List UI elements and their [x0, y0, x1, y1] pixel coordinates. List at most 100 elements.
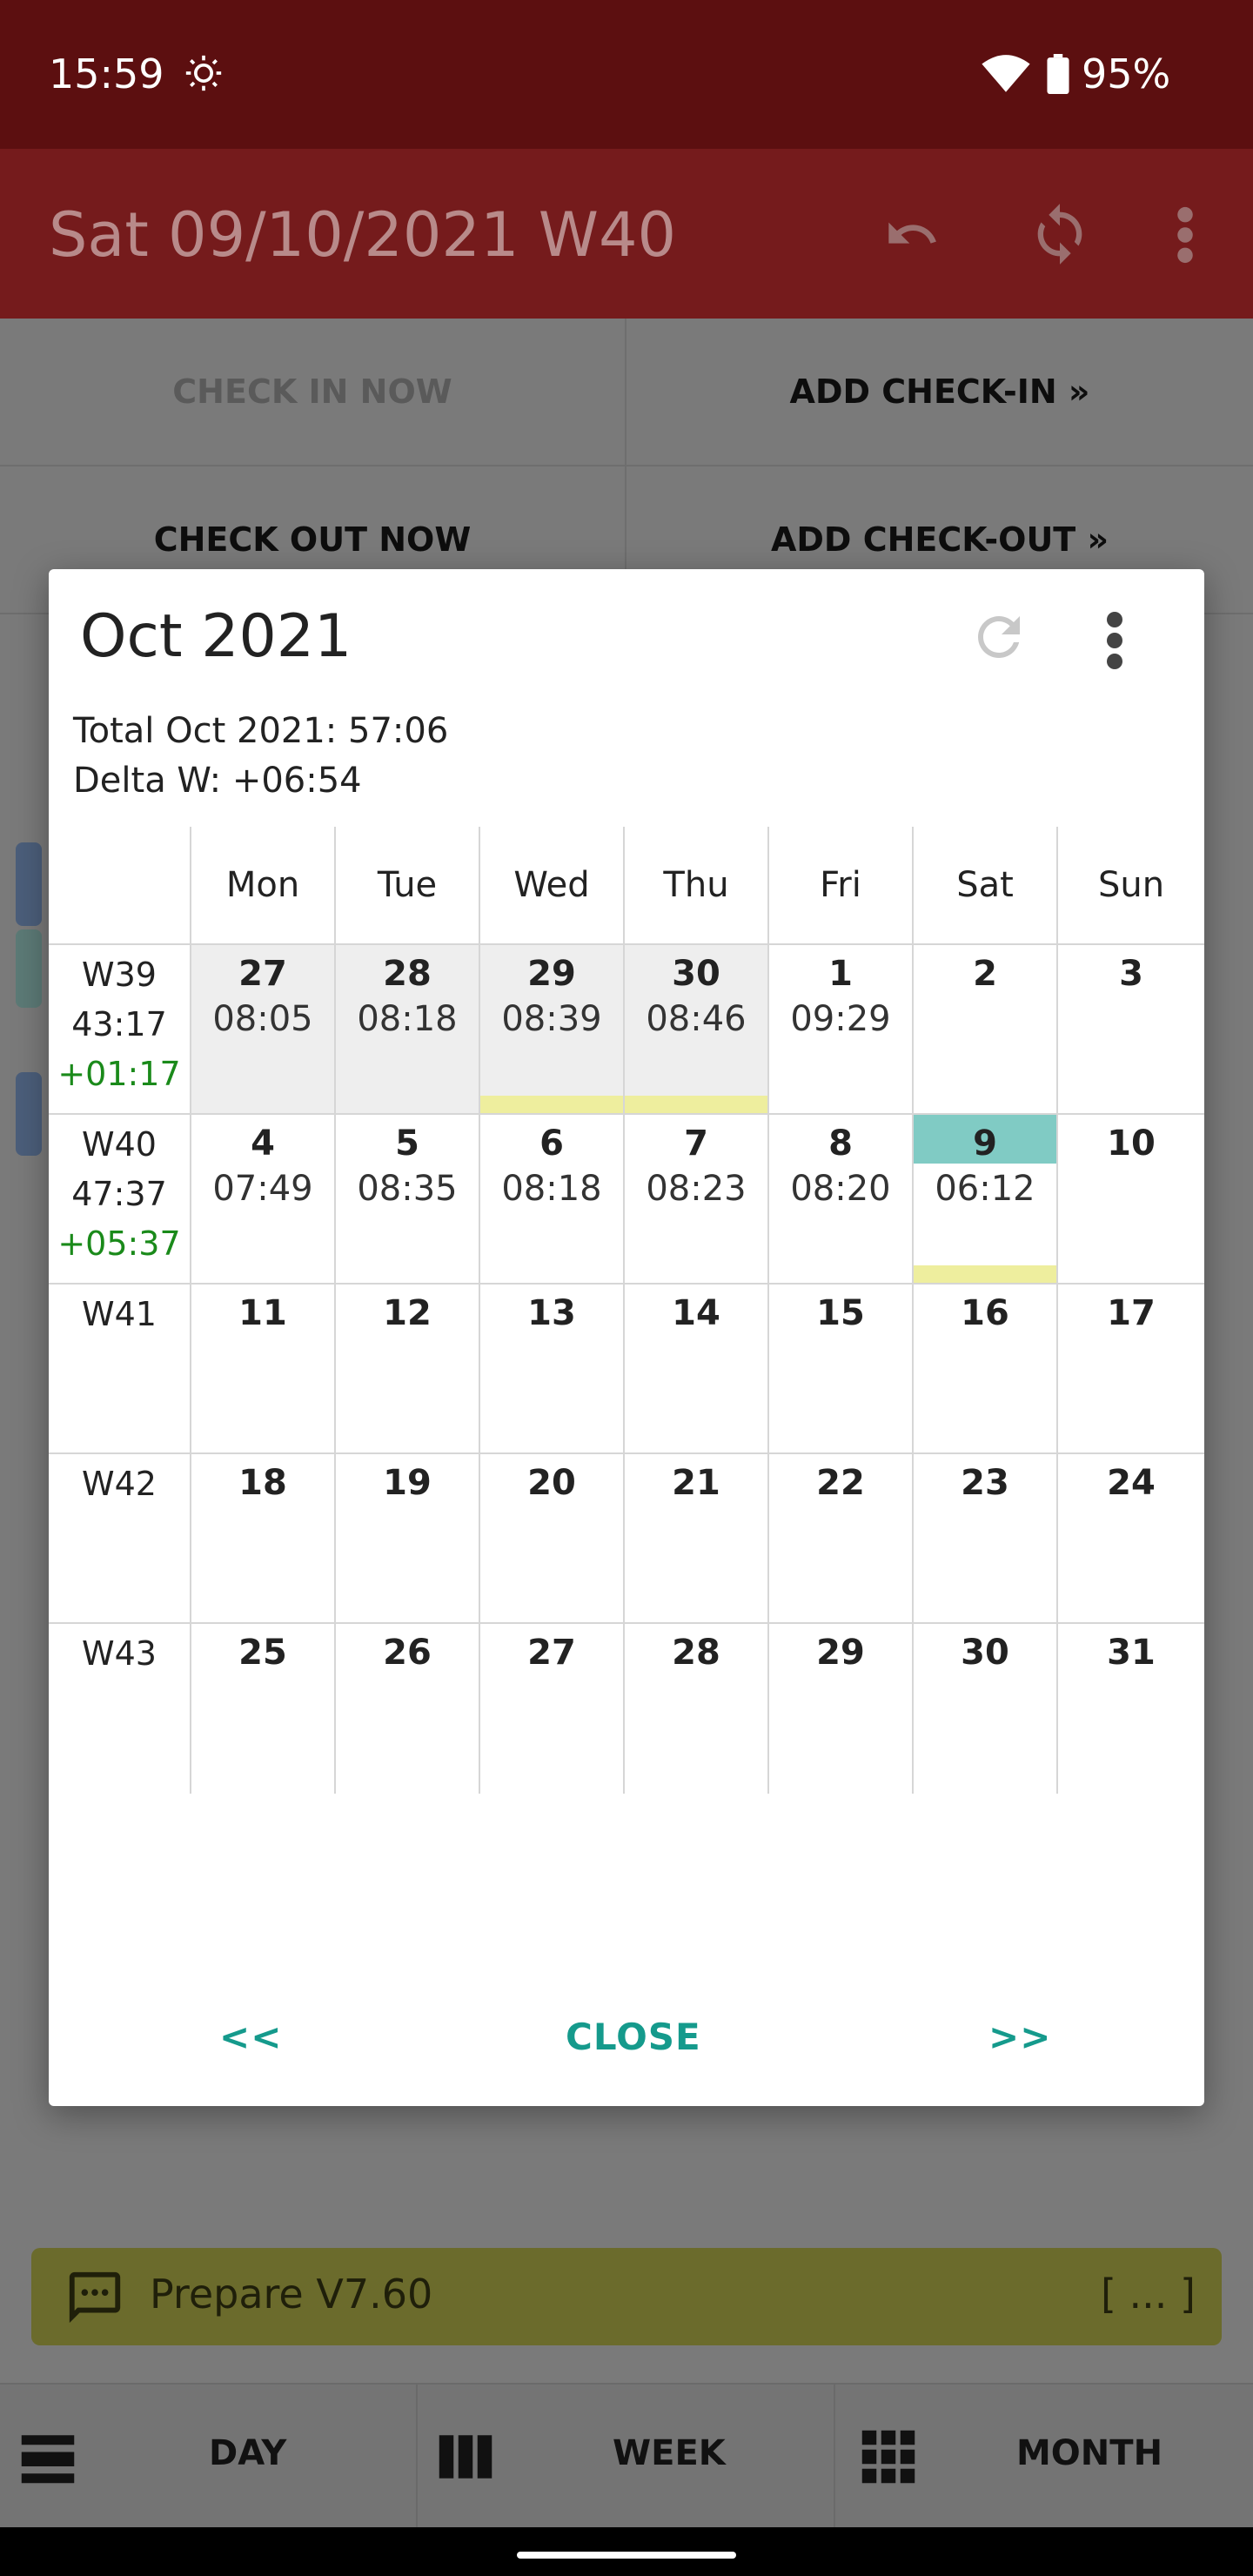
day-cell[interactable]: 28	[625, 1624, 769, 1794]
day-number: 7	[684, 1124, 708, 1164]
week-summary-cell[interactable]: W40 47:37 +05:37	[49, 1115, 191, 1285]
nav-month[interactable]: MONTH	[835, 2385, 1253, 2529]
day-cell[interactable]: 4 07:49	[191, 1115, 336, 1285]
day-cell[interactable]: 27 08:05	[191, 945, 336, 1115]
dialog-more-vert-icon[interactable]	[1102, 609, 1128, 672]
day-number: 4	[251, 1124, 275, 1164]
sync-icon[interactable]	[1027, 201, 1093, 267]
day-cell[interactable]: 6 08:18	[480, 1115, 625, 1285]
day-cell[interactable]: 30	[914, 1624, 1058, 1794]
week-summary-cell[interactable]: W43	[49, 1624, 191, 1794]
day-number: 1	[828, 954, 853, 994]
day-number: 5	[395, 1124, 419, 1164]
notification-banner[interactable]: Prepare V7.60 [ ... ]	[31, 2248, 1222, 2345]
home-gesture-pill[interactable]	[517, 2552, 736, 2559]
weekday-label: Mon	[225, 865, 300, 905]
status-bar: 15:59 95%	[0, 0, 1253, 149]
day-number: 13	[527, 1293, 576, 1333]
next-month-button[interactable]: >>	[988, 2016, 1051, 2058]
day-cell[interactable]: 21	[625, 1454, 769, 1624]
day-cell[interactable]: 5 08:35	[336, 1115, 480, 1285]
week-total: 47:37	[71, 1175, 167, 1213]
day-hours: 07:49	[212, 1169, 313, 1209]
day-number: 28	[383, 954, 432, 994]
week-week: W42	[82, 1465, 157, 1503]
day-cell-today[interactable]: 9 06:12	[914, 1115, 1058, 1285]
day-number: 21	[672, 1463, 720, 1503]
day-hours: 08:35	[357, 1169, 458, 1209]
battery-percent: 95%	[1082, 50, 1171, 97]
day-cell[interactable]: 12	[336, 1285, 480, 1454]
system-navigation-bar	[0, 2527, 1253, 2576]
week-delta: +05:37	[57, 1224, 181, 1263]
undo-icon[interactable]	[877, 206, 947, 262]
add-check-in-button[interactable]: ADD CHECK-IN »	[626, 319, 1253, 466]
day-view-icon	[21, 2435, 75, 2484]
day-hours: 08:05	[212, 999, 313, 1039]
day-cell[interactable]: 15	[769, 1285, 914, 1454]
day-number: 28	[672, 1633, 720, 1673]
day-cell[interactable]: 26	[336, 1624, 480, 1794]
weekday-label: Fri	[820, 865, 861, 905]
day-cell[interactable]: 29	[769, 1624, 914, 1794]
day-cell[interactable]: 11	[191, 1285, 336, 1454]
day-cell[interactable]: 16	[914, 1285, 1058, 1454]
week-row: W42 18 19 20 21 22 23 24	[49, 1454, 1204, 1624]
close-button[interactable]: CLOSE	[566, 2016, 701, 2058]
day-hours: 06:12	[935, 1169, 1035, 1209]
day-cell[interactable]: 20	[480, 1454, 625, 1624]
day-cell[interactable]: 7 08:23	[625, 1115, 769, 1285]
nav-week[interactable]: WEEK	[418, 2385, 835, 2529]
day-number: 9	[973, 1124, 997, 1164]
day-number: 26	[383, 1633, 432, 1673]
day-cell[interactable]: 8 08:20	[769, 1115, 914, 1285]
day-number: 23	[961, 1463, 1009, 1503]
refresh-icon[interactable]	[968, 606, 1030, 668]
day-marker-bar	[480, 1096, 623, 1113]
day-cell[interactable]: 18	[191, 1454, 336, 1624]
day-cell[interactable]: 3	[1058, 945, 1204, 1115]
day-cell[interactable]: 31	[1058, 1624, 1204, 1794]
week-row: W41 11 12 13 14 15 16 17	[49, 1285, 1204, 1454]
notification-more-link[interactable]: [ ... ]	[1101, 2271, 1196, 2318]
day-hours: 08:18	[501, 1169, 602, 1209]
weekday-header: Wed	[480, 827, 625, 945]
week-week: W41	[82, 1295, 157, 1333]
day-cell[interactable]: 2	[914, 945, 1058, 1115]
day-cell[interactable]: 23	[914, 1454, 1058, 1624]
day-cell[interactable]: 28 08:18	[336, 945, 480, 1115]
nav-month-label: MONTH	[1016, 2433, 1163, 2473]
day-number: 2	[973, 954, 997, 994]
previous-month-button[interactable]: <<	[219, 2016, 282, 2058]
week-week: W40	[82, 1125, 157, 1164]
day-cell[interactable]: 22	[769, 1454, 914, 1624]
nav-day[interactable]: DAY	[0, 2385, 418, 2529]
day-cell[interactable]: 17	[1058, 1285, 1204, 1454]
weekday-header: Fri	[769, 827, 914, 945]
day-cell[interactable]: 27	[480, 1624, 625, 1794]
day-number: 29	[816, 1633, 865, 1673]
day-cell[interactable]: 14	[625, 1285, 769, 1454]
day-cell[interactable]: 24	[1058, 1454, 1204, 1624]
day-cell[interactable]: 29 08:39	[480, 945, 625, 1115]
day-cell[interactable]: 10	[1058, 1115, 1204, 1285]
day-cell[interactable]: 25	[191, 1624, 336, 1794]
week-column-header	[49, 827, 191, 945]
day-number: 27	[238, 954, 287, 994]
week-row: W43 25 26 27 28 29 30 31	[49, 1624, 1204, 1794]
week-summary-cell[interactable]: W42	[49, 1454, 191, 1624]
check-in-now-button[interactable]: CHECK IN NOW	[0, 319, 626, 466]
day-number: 30	[672, 954, 720, 994]
week-summary-cell[interactable]: W41	[49, 1285, 191, 1454]
weekday-header-row: Mon Tue Wed Thu Fri Sat Sun	[49, 827, 1204, 945]
more-vert-icon[interactable]	[1175, 205, 1196, 265]
day-cell[interactable]: 13	[480, 1285, 625, 1454]
day-cell[interactable]: 30 08:46	[625, 945, 769, 1115]
app-bar: Sat 09/10/2021 W40	[0, 149, 1253, 319]
day-cell[interactable]: 19	[336, 1454, 480, 1624]
day-cell[interactable]: 1 09:29	[769, 945, 914, 1115]
day-number: 15	[816, 1293, 865, 1333]
week-summary-cell[interactable]: W39 43:17 +01:17	[49, 945, 191, 1115]
day-marker-bar	[625, 1096, 767, 1113]
day-number: 11	[238, 1293, 287, 1333]
